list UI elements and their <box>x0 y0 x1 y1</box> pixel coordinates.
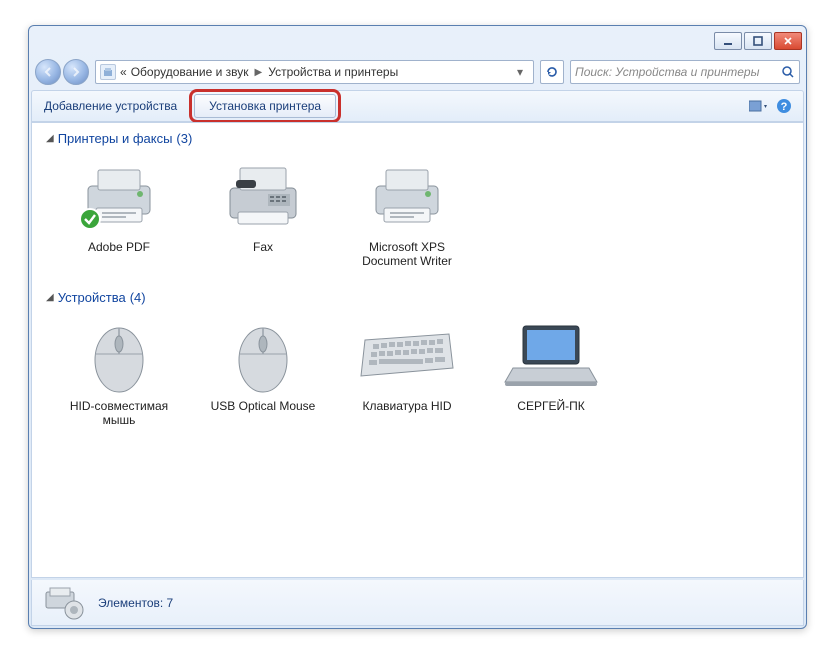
device-item-keyboard[interactable]: Клавиатура HID <box>352 315 462 427</box>
address-bar[interactable]: « Оборудование и звук ▶ Устройства и при… <box>95 60 534 84</box>
breadcrumb-segment[interactable]: Оборудование и звук <box>131 65 249 79</box>
explorer-window: « Оборудование и звук ▶ Устройства и при… <box>28 25 807 629</box>
device-item-hid-mouse[interactable]: HID-совместимая мышь <box>64 315 174 427</box>
group-count: (3) <box>176 131 192 146</box>
toolbar-right: ? <box>749 97 803 115</box>
collapse-triangle-icon: ◢ <box>46 133 54 144</box>
printer-icon <box>69 156 169 236</box>
search-placeholder: Поиск: Устройства и принтеры <box>575 65 759 79</box>
device-item-fax[interactable]: Fax <box>208 156 318 268</box>
device-item-usb-mouse[interactable]: USB Optical Mouse <box>208 315 318 427</box>
item-label: USB Optical Mouse <box>208 399 318 413</box>
collapse-triangle-icon: ◢ <box>46 292 54 303</box>
fax-icon <box>213 156 313 236</box>
view-options-button[interactable] <box>749 97 767 115</box>
default-check-icon <box>79 208 101 230</box>
titlebar <box>29 26 806 56</box>
nav-buttons <box>35 59 89 85</box>
help-button[interactable]: ? <box>775 97 793 115</box>
chevron-right-icon: ▶ <box>253 67 265 78</box>
item-label: Adobe PDF <box>64 240 174 254</box>
device-item-adobe-pdf[interactable]: Adobe PDF <box>64 156 174 268</box>
add-device-button[interactable]: Добавление устройства <box>32 93 189 119</box>
maximize-button[interactable] <box>744 32 772 50</box>
item-label: Microsoft XPS Document Writer <box>352 240 462 268</box>
navigation-row: « Оборудование и звук ▶ Устройства и при… <box>29 56 806 88</box>
item-label: Клавиатура HID <box>352 399 462 413</box>
devices-summary-icon <box>44 586 86 620</box>
item-label: СЕРГЕЙ-ПК <box>496 399 606 413</box>
close-button[interactable] <box>774 32 802 50</box>
item-label: Fax <box>208 240 318 254</box>
details-pane: Элементов: 7 <box>31 580 804 626</box>
device-item-computer[interactable]: СЕРГЕЙ-ПК <box>496 315 606 427</box>
svg-text:?: ? <box>781 101 788 113</box>
devices-row: HID-совместимая мышь USB Optical Mouse <box>32 309 803 441</box>
command-bar: Добавление устройства Установка принтера… <box>31 90 804 122</box>
highlight-annotation: Установка принтера <box>189 89 341 123</box>
mouse-icon <box>69 315 169 395</box>
item-label: HID-совместимая мышь <box>64 399 174 427</box>
group-title: Принтеры и факсы <box>58 131 173 146</box>
address-dropdown-icon[interactable]: ▾ <box>511 65 529 79</box>
printer-icon <box>357 156 457 236</box>
breadcrumb-chevrons: « <box>120 65 127 79</box>
breadcrumb-segment[interactable]: Устройства и принтеры <box>268 65 398 79</box>
back-button[interactable] <box>35 59 61 85</box>
device-item-xps[interactable]: Microsoft XPS Document Writer <box>352 156 462 268</box>
content-area: ◢ Принтеры и факсы (3) <box>31 122 804 578</box>
location-icon <box>100 64 116 80</box>
group-header-printers[interactable]: ◢ Принтеры и факсы (3) <box>32 123 803 150</box>
group-title: Устройства <box>58 290 126 305</box>
group-header-devices[interactable]: ◢ Устройства (4) <box>32 282 803 309</box>
install-printer-button[interactable]: Установка принтера <box>194 94 336 118</box>
refresh-button[interactable] <box>540 60 564 84</box>
mouse-icon <box>213 315 313 395</box>
elements-count-label: Элементов: 7 <box>98 596 173 610</box>
printers-row: Adobe PDF Fax <box>32 150 803 282</box>
group-count: (4) <box>130 290 146 305</box>
minimize-button[interactable] <box>714 32 742 50</box>
search-input[interactable]: Поиск: Устройства и принтеры <box>570 60 800 84</box>
refresh-icon <box>545 65 559 79</box>
laptop-icon <box>501 315 601 395</box>
forward-button[interactable] <box>63 59 89 85</box>
search-icon <box>781 65 795 79</box>
keyboard-icon <box>357 315 457 395</box>
